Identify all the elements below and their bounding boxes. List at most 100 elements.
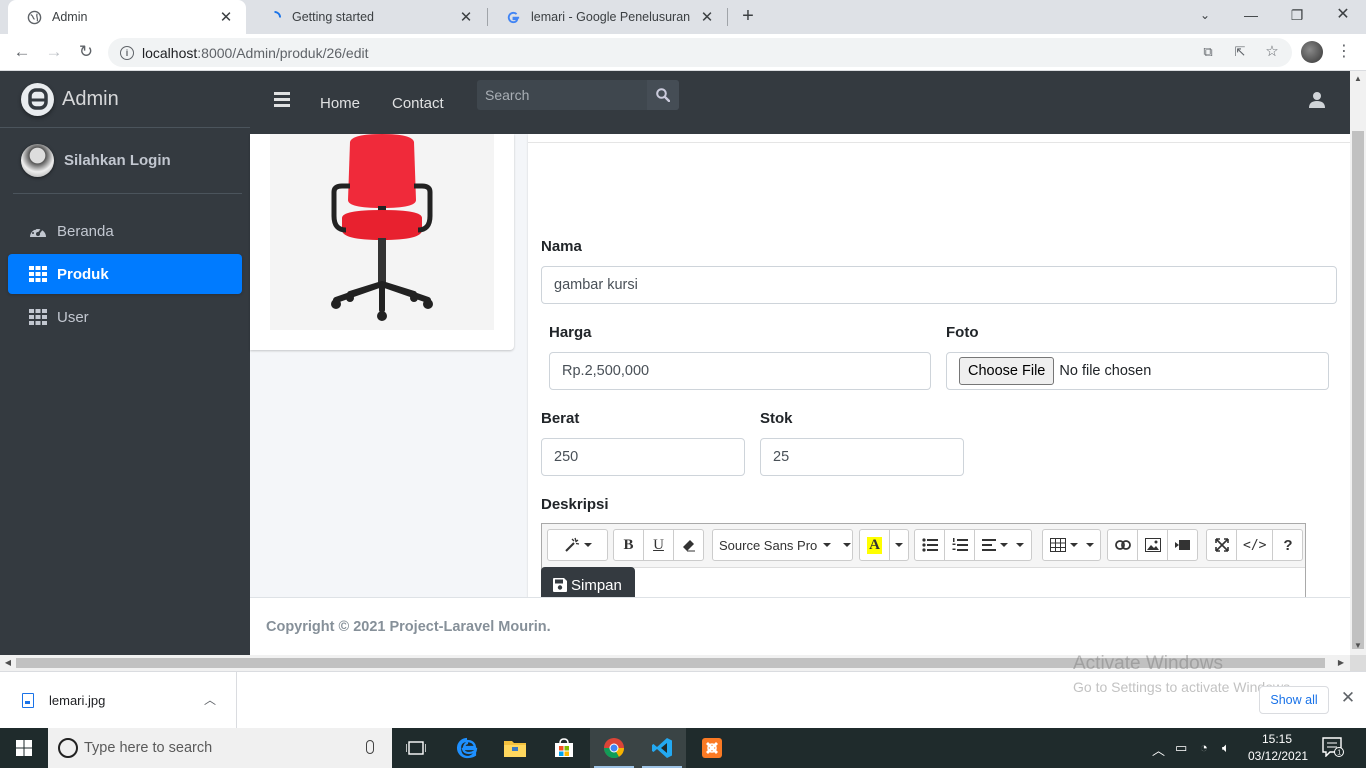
browser-toolbar: ← → ↻ i localhost:8000/Admin/produk/26/e… (0, 34, 1366, 71)
chevron-up-icon[interactable]: ︿ (204, 691, 216, 708)
profile-avatar[interactable] (1301, 41, 1323, 63)
taskbar-search-box[interactable]: Type here to search (48, 728, 392, 768)
taskbar-file-explorer[interactable] (491, 728, 539, 768)
new-tab-button[interactable]: + (737, 5, 759, 27)
search-button[interactable] (647, 80, 679, 110)
taskbar-chrome[interactable] (590, 728, 638, 768)
search-icon (656, 88, 670, 102)
menu-kebab-icon[interactable]: ⋮ (1334, 42, 1354, 62)
translate-icon[interactable]: ⧉ (1199, 43, 1217, 61)
close-tab-icon[interactable]: ✕ (699, 8, 715, 26)
close-download-bar-icon[interactable]: ✕ (1338, 688, 1358, 708)
font-color-icon: A (867, 536, 882, 554)
edge-icon (456, 737, 478, 759)
scroll-left-arrow-icon[interactable]: ◀ (0, 655, 16, 671)
sidebar-item-produk[interactable]: Produk (8, 254, 242, 294)
taskbar-xampp[interactable] (688, 728, 736, 768)
brand[interactable]: Admin (0, 71, 250, 128)
user-panel[interactable]: Silahkan Login (13, 128, 242, 194)
unordered-list-button[interactable] (914, 529, 945, 561)
tab-google-search[interactable]: lemari - Google Penelusuran ✕ (487, 0, 727, 34)
stok-input[interactable] (760, 438, 964, 476)
copyright-text: Copyright © 2021 Project-Laravel Mourin. (266, 619, 551, 635)
task-view-button[interactable] (392, 728, 440, 768)
color-dropdown-button[interactable] (889, 529, 909, 561)
tab-search-chevron-icon[interactable]: ⌄ (1182, 0, 1228, 30)
url-host: localhost (142, 44, 198, 61)
login-link[interactable]: Silahkan Login (64, 152, 171, 169)
reload-icon[interactable]: ↻ (74, 40, 98, 64)
taskbar-vscode[interactable] (638, 728, 686, 768)
bold-button[interactable]: B (613, 529, 644, 561)
scroll-up-arrow-icon[interactable]: ▲ (1350, 74, 1366, 83)
wifi-icon[interactable]: ◔ (1200, 740, 1208, 755)
nama-input[interactable] (541, 266, 1337, 304)
paragraph-align-dropdown[interactable] (974, 529, 1032, 561)
insert-link-button[interactable] (1107, 529, 1138, 561)
taskbar-store[interactable] (540, 728, 588, 768)
choose-file-button[interactable]: Choose File (959, 357, 1055, 385)
taskbar-edge[interactable] (443, 728, 491, 768)
search-input[interactable] (477, 80, 647, 110)
vertical-scroll-thumb[interactable] (1352, 131, 1364, 649)
sidebar-item-beranda[interactable]: Beranda (8, 211, 242, 251)
google-icon (505, 9, 521, 25)
question-icon: ? (1283, 536, 1293, 554)
brand-logo-icon (21, 82, 54, 116)
start-button[interactable] (0, 728, 48, 768)
scroll-down-arrow-icon[interactable]: ▼ (1350, 641, 1366, 650)
sidebar-nav: Beranda Produk User (8, 211, 242, 340)
minimize-button[interactable]: — (1228, 0, 1274, 30)
berat-input[interactable] (541, 438, 745, 476)
sidebar-item-label: User (57, 308, 89, 326)
user-icon[interactable] (1308, 91, 1326, 109)
scroll-right-arrow-icon[interactable]: ▶ (1333, 655, 1349, 671)
clear-format-button[interactable] (673, 529, 704, 561)
insert-picture-button[interactable] (1137, 529, 1168, 561)
style-magic-button[interactable] (547, 529, 608, 561)
close-tab-icon[interactable]: ✕ (458, 8, 474, 26)
nav-home-link[interactable]: Home (320, 95, 360, 112)
back-arrow-icon[interactable]: ← (10, 40, 34, 64)
fullscreen-button[interactable] (1206, 529, 1237, 561)
ordered-list-button[interactable] (944, 529, 975, 561)
harga-input[interactable] (549, 352, 931, 390)
address-bar[interactable]: i localhost:8000/Admin/produk/26/edit (108, 38, 1292, 67)
font-family-label: Source Sans Pro (719, 537, 818, 553)
foto-file-input[interactable]: Choose File No file chosen (946, 352, 1329, 390)
help-button[interactable]: ? (1272, 529, 1304, 561)
bookmark-star-icon[interactable]: ☆ (1263, 43, 1281, 61)
table-dropdown-button[interactable] (1042, 529, 1101, 561)
browser-tab-bar: Admin ✕ Getting started ✕ lemari - Googl… (0, 0, 1366, 34)
show-all-button[interactable]: Show all (1259, 686, 1329, 714)
text-color-button[interactable]: A (859, 529, 890, 561)
stok-label: Stok (760, 410, 793, 427)
hamburger-menu-icon[interactable] (274, 92, 290, 107)
microphone-icon[interactable] (366, 740, 374, 754)
close-tab-icon[interactable]: ✕ (218, 8, 234, 26)
code-view-button[interactable]: </> (1236, 529, 1274, 561)
close-window-button[interactable]: ✕ (1320, 0, 1366, 30)
show-hidden-icons-chevron-icon[interactable]: ︿ (1152, 740, 1165, 759)
sidebar-item-user[interactable]: User (8, 297, 242, 337)
info-icon[interactable]: i (120, 45, 134, 60)
restore-button[interactable]: ❐ (1274, 0, 1320, 30)
tab-getting-started[interactable]: Getting started ✕ (248, 0, 486, 34)
share-icon[interactable]: ⇱ (1231, 43, 1249, 61)
volume-icon[interactable]: 🔈︎ (1222, 740, 1230, 756)
editor-toolbar: B U Source Sans Pro A </> ? (542, 524, 1305, 568)
download-item[interactable]: lemari.jpg ︿ (0, 672, 237, 728)
font-family-dropdown[interactable]: Source Sans Pro (712, 529, 853, 561)
underline-button[interactable]: U (643, 529, 674, 561)
system-clock[interactable]: 15:15 03/12/2021 (1248, 731, 1308, 765)
tab-admin[interactable]: Admin ✕ (8, 0, 246, 34)
windows-logo-icon (16, 740, 32, 756)
battery-icon[interactable]: ▭ (1175, 740, 1187, 756)
vertical-scrollbar[interactable]: ▲ ▼ (1350, 71, 1366, 655)
forward-arrow-icon[interactable]: → (42, 40, 66, 64)
nav-contact-link[interactable]: Contact (392, 95, 444, 112)
notification-center-icon[interactable]: 1 (1322, 737, 1344, 758)
sidebar-item-label: Beranda (57, 222, 114, 240)
insert-video-button[interactable] (1167, 529, 1198, 561)
video-icon (1174, 540, 1190, 550)
